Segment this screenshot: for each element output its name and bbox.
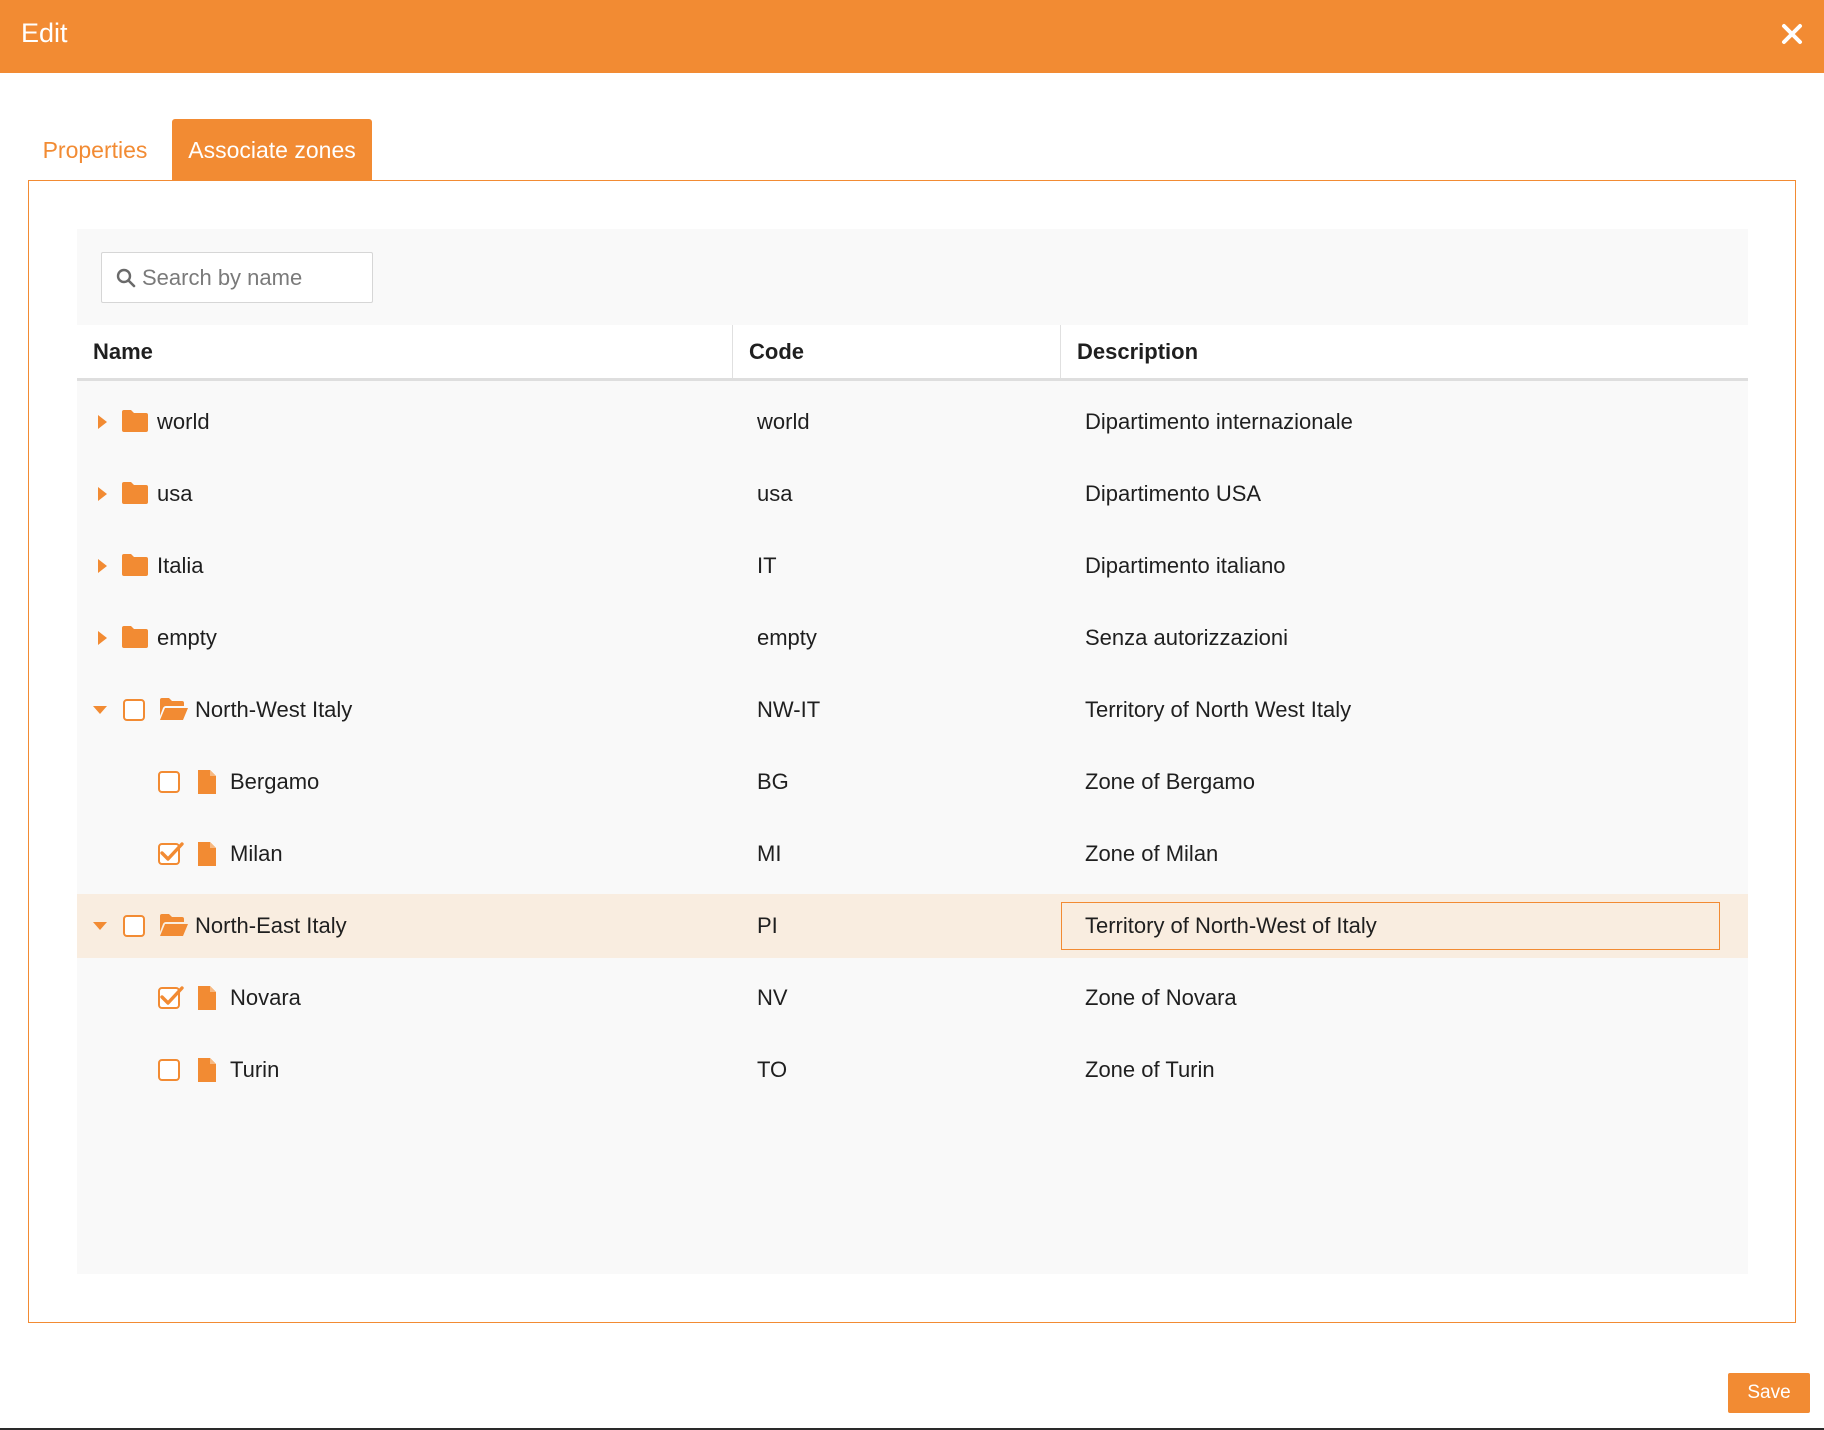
row-name: Bergamo: [230, 769, 320, 794]
row-checkbox-checked[interactable]: [158, 842, 184, 865]
row-name: world: [157, 409, 210, 434]
folder-icon: [122, 410, 148, 432]
row-name: North-West Italy: [195, 697, 353, 722]
file-icon: [198, 986, 216, 1010]
row-checkbox[interactable]: [158, 771, 180, 793]
row-description: Zone of Turin: [1085, 1057, 1215, 1082]
row-description: Territory of North West Italy: [1085, 697, 1352, 722]
close-icon[interactable]: [1778, 20, 1806, 48]
caret-right-icon[interactable]: [93, 628, 111, 648]
row-name: North-East Italy: [195, 913, 347, 938]
row-name: Turin: [230, 1057, 280, 1082]
checkmark-icon: [160, 986, 184, 1005]
row-code: empty: [757, 625, 817, 650]
row-code: IT: [757, 553, 777, 578]
search-input[interactable]: [142, 263, 362, 293]
tree-row[interactable]: Bergamo BG Zone of Bergamo: [77, 750, 1748, 814]
row-description: Zone of Novara: [1085, 985, 1237, 1010]
tree-row[interactable]: usa usa Dipartimento USA: [77, 462, 1748, 526]
save-button[interactable]: Save: [1728, 1373, 1810, 1413]
caret-down-icon[interactable]: [91, 700, 109, 720]
row-description: Dipartimento internazionale: [1085, 409, 1353, 434]
column-header-code[interactable]: Code: [749, 325, 804, 378]
folder-icon: [122, 626, 148, 648]
row-code: world: [757, 409, 810, 434]
file-icon: [198, 770, 216, 794]
folder-open-icon: [160, 698, 188, 720]
column-header-name[interactable]: Name: [93, 325, 153, 378]
folder-icon: [122, 482, 148, 504]
row-code: PI: [757, 913, 778, 938]
row-name: Novara: [230, 985, 301, 1010]
row-description: Zone of Bergamo: [1085, 769, 1255, 794]
tree-row[interactable]: Milan MI Zone of Milan: [77, 822, 1748, 886]
row-checkbox[interactable]: [123, 915, 145, 937]
column-header-description[interactable]: Description: [1077, 325, 1198, 378]
grid-header: Name Code Description: [77, 325, 1748, 381]
tab-associate-zones[interactable]: Associate zones: [172, 119, 372, 181]
row-name: Milan: [230, 841, 283, 866]
row-description: Zone of Milan: [1085, 841, 1219, 866]
row-description: Dipartimento italiano: [1085, 553, 1286, 578]
tree-row[interactable]: Italia IT Dipartimento italiano: [77, 534, 1748, 598]
dialog-title: Edit: [21, 18, 68, 48]
row-code: usa: [757, 481, 793, 506]
tree-row[interactable]: Novara NV Zone of Novara: [77, 966, 1748, 1030]
description-edit-cell[interactable]: Territory of North-West of Italy: [1061, 902, 1720, 950]
row-name: Italia: [157, 553, 204, 578]
caret-right-icon[interactable]: [93, 484, 111, 504]
caret-right-icon[interactable]: [93, 412, 111, 432]
dialog-titlebar: Edit: [0, 0, 1824, 73]
checkmark-icon: [160, 842, 184, 861]
row-code: TO: [757, 1057, 788, 1082]
tree-row[interactable]: empty empty Senza autorizzazioni: [77, 606, 1748, 670]
tree-row[interactable]: North-West Italy NW-IT Territory of Nort…: [77, 678, 1748, 742]
file-icon: [198, 1058, 216, 1082]
row-checkbox[interactable]: [123, 699, 145, 721]
row-description: Dipartimento USA: [1085, 481, 1262, 506]
column-divider[interactable]: [1060, 325, 1061, 378]
tree-row[interactable]: world world Dipartimento internazionale: [77, 390, 1748, 454]
row-code: BG: [757, 769, 789, 794]
folder-open-icon: [160, 914, 188, 936]
caret-right-icon[interactable]: [93, 556, 111, 576]
file-icon: [198, 842, 216, 866]
row-name: empty: [157, 625, 217, 650]
search-box: [101, 252, 373, 303]
search-icon: [116, 268, 136, 288]
row-checkbox[interactable]: [158, 1059, 180, 1081]
row-code: MI: [757, 841, 782, 866]
caret-down-icon[interactable]: [91, 916, 109, 936]
row-description[interactable]: Territory of North-West of Italy: [1085, 894, 1377, 958]
row-name: usa: [157, 481, 193, 506]
tab-properties[interactable]: Properties: [28, 119, 162, 181]
column-divider[interactable]: [732, 325, 733, 378]
folder-icon: [122, 554, 148, 576]
row-code: NV: [757, 985, 788, 1010]
row-code: NW-IT: [757, 697, 821, 722]
row-checkbox-checked[interactable]: [158, 986, 184, 1009]
tree-row[interactable]: Turin TO Zone of Turin: [77, 1038, 1748, 1102]
row-description: Senza autorizzazioni: [1085, 625, 1289, 650]
